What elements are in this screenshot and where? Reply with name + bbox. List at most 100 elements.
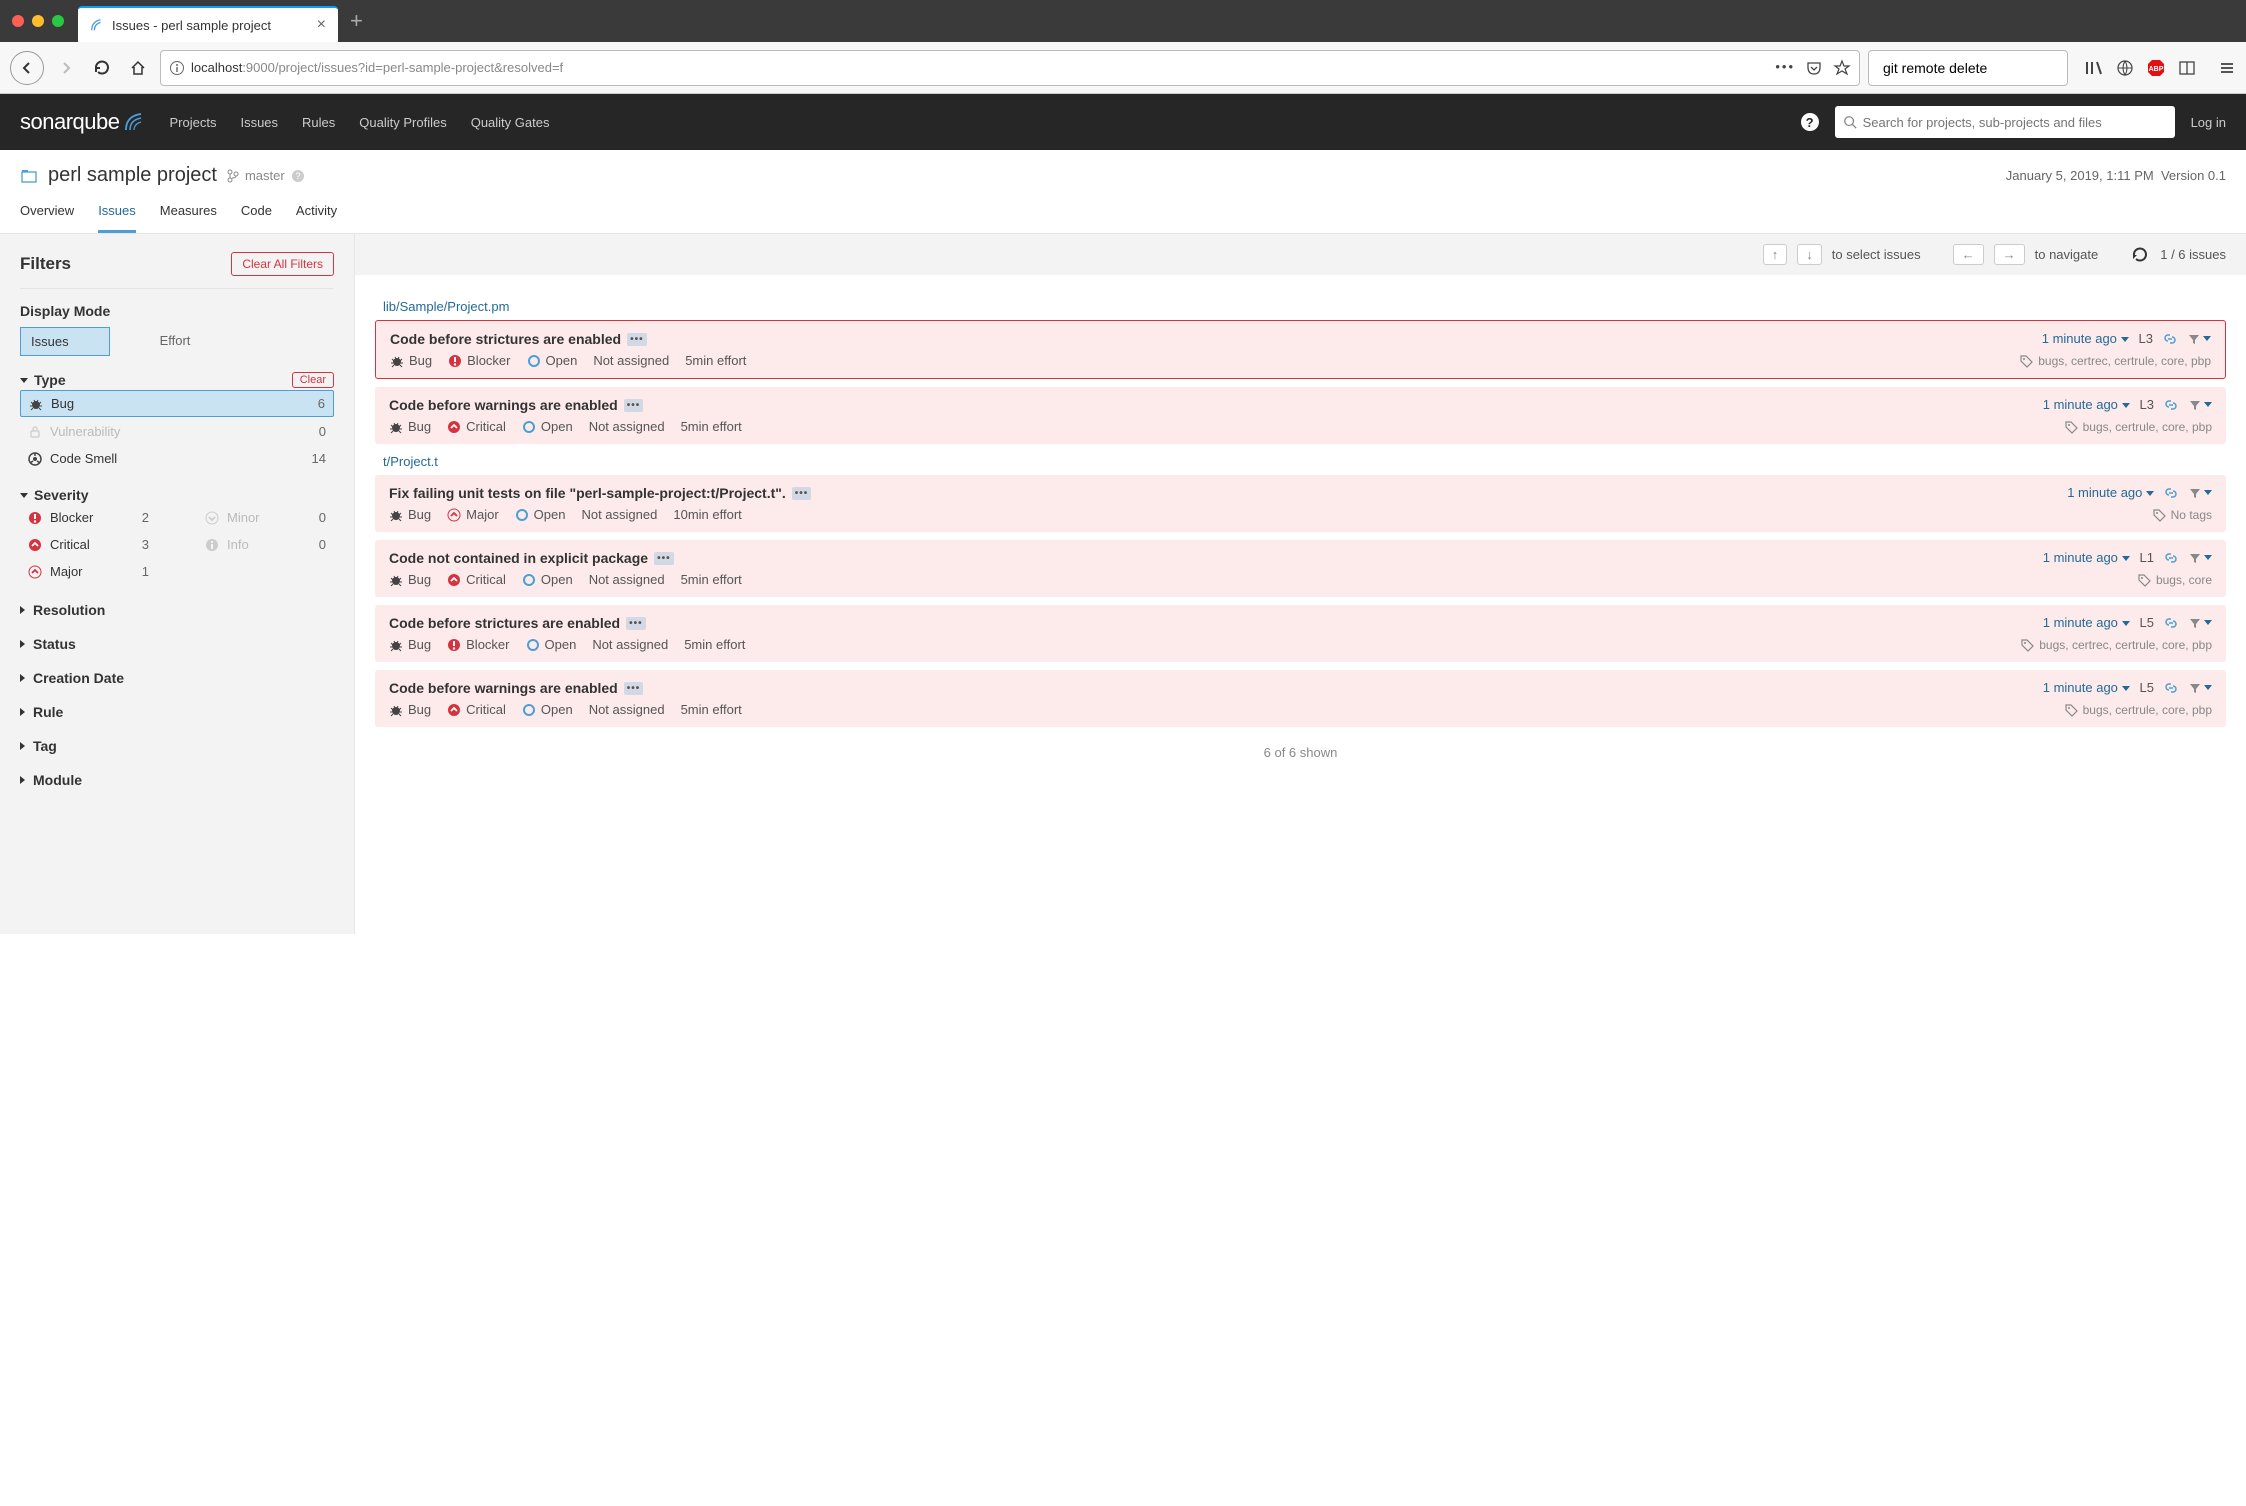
tab-activity[interactable]: Activity <box>296 203 337 233</box>
more-icon[interactable]: ••• <box>624 682 644 695</box>
login-link[interactable]: Log in <box>2191 115 2226 130</box>
filter-icon[interactable] <box>2188 486 2212 500</box>
adblock-icon[interactable]: ABP <box>2146 58 2166 78</box>
issue-severity[interactable]: Blocker <box>447 637 509 652</box>
facet-tag[interactable]: Tag <box>20 738 334 754</box>
issue-age[interactable]: 1 minute ago <box>2043 550 2130 565</box>
maximize-window-icon[interactable] <box>52 15 64 27</box>
branch-selector[interactable]: master ? <box>227 168 305 183</box>
issue-assignee[interactable]: Not assigned <box>581 507 657 522</box>
back-button[interactable] <box>10 51 44 85</box>
browser-search[interactable] <box>1868 50 2068 86</box>
facet-severity-minor[interactable]: Minor0 <box>197 505 334 530</box>
facet-status[interactable]: Status <box>20 636 334 652</box>
permalink-icon[interactable] <box>2163 332 2177 346</box>
issue-type[interactable]: Bug <box>389 419 431 434</box>
more-icon[interactable]: ••• <box>627 333 647 346</box>
permalink-icon[interactable] <box>2164 681 2178 695</box>
facet-type-vulnerability[interactable]: Vulnerability0 <box>20 419 334 444</box>
issue-type[interactable]: Bug <box>389 637 431 652</box>
issue-assignee[interactable]: Not assigned <box>589 702 665 717</box>
facet-type-bug[interactable]: Bug6 <box>20 390 334 417</box>
facet-severity-header[interactable]: Severity <box>20 487 334 503</box>
issue-type[interactable]: Bug <box>389 507 431 522</box>
permalink-icon[interactable] <box>2164 551 2178 565</box>
issue-severity[interactable]: Major <box>447 507 499 522</box>
tab-overview[interactable]: Overview <box>20 203 74 233</box>
file-path[interactable]: lib/Sample/Project.pm <box>383 299 2226 314</box>
issue-card[interactable]: Code before strictures are enabled ••• B… <box>375 320 2226 379</box>
close-tab-icon[interactable]: × <box>317 16 326 34</box>
page-actions-icon[interactable]: ••• <box>1775 59 1795 77</box>
nav-projects[interactable]: Projects <box>169 115 216 130</box>
forward-button[interactable] <box>52 54 80 82</box>
filter-icon[interactable] <box>2188 398 2212 412</box>
issue-age[interactable]: 1 minute ago <box>2067 485 2154 500</box>
reload-button[interactable] <box>88 54 116 82</box>
reload-list-icon[interactable] <box>2130 245 2150 265</box>
more-icon[interactable]: ••• <box>626 617 646 630</box>
info-icon[interactable] <box>169 60 185 76</box>
new-tab-button[interactable]: + <box>350 8 363 34</box>
issue-card[interactable]: Fix failing unit tests on file "perl-sam… <box>375 475 2226 532</box>
filter-icon[interactable] <box>2188 551 2212 565</box>
issue-type[interactable]: Bug <box>389 572 431 587</box>
issue-tags-text[interactable]: No tags <box>2171 508 2212 522</box>
issue-age[interactable]: 1 minute ago <box>2042 331 2129 346</box>
clear-all-filters-button[interactable]: Clear All Filters <box>231 252 334 276</box>
issue-severity[interactable]: Critical <box>447 419 506 434</box>
file-path[interactable]: t/Project.t <box>383 454 2226 469</box>
issue-card[interactable]: Code before warnings are enabled ••• Bug… <box>375 387 2226 444</box>
permalink-icon[interactable] <box>2164 398 2178 412</box>
filter-icon[interactable] <box>2187 332 2211 346</box>
hamburger-menu-icon[interactable] <box>2218 59 2236 77</box>
issue-type[interactable]: Bug <box>390 353 432 368</box>
sonarqube-logo[interactable]: sonarqube <box>20 109 145 135</box>
issue-card[interactable]: Code not contained in explicit package •… <box>375 540 2226 597</box>
facet-module[interactable]: Module <box>20 772 334 788</box>
home-button[interactable] <box>124 54 152 82</box>
facet-severity-critical[interactable]: Critical3 <box>20 532 157 557</box>
issue-age[interactable]: 1 minute ago <box>2043 615 2130 630</box>
permalink-icon[interactable] <box>2164 616 2178 630</box>
global-search[interactable] <box>1835 106 2175 138</box>
facet-resolution[interactable]: Resolution <box>20 602 334 618</box>
issue-assignee[interactable]: Not assigned <box>589 572 665 587</box>
sidebar-icon[interactable] <box>2178 59 2196 77</box>
search-input[interactable] <box>1883 60 2064 76</box>
issue-age[interactable]: 1 minute ago <box>2043 397 2130 412</box>
issue-status[interactable]: Open <box>527 353 578 368</box>
bookmark-star-icon[interactable] <box>1833 59 1851 77</box>
nav-rules[interactable]: Rules <box>302 115 335 130</box>
display-mode-issues[interactable]: Issues <box>20 327 110 356</box>
window-controls[interactable] <box>12 15 64 27</box>
facet-type-header[interactable]: Type Clear <box>20 372 334 388</box>
issue-status[interactable]: Open <box>522 702 573 717</box>
close-window-icon[interactable] <box>12 15 24 27</box>
issue-type[interactable]: Bug <box>389 702 431 717</box>
more-icon[interactable]: ••• <box>792 487 812 500</box>
issue-status[interactable]: Open <box>526 637 577 652</box>
issue-tags-text[interactable]: bugs, certrec, certrule, core, pbp <box>2038 354 2211 368</box>
more-icon[interactable]: ••• <box>654 552 674 565</box>
help-icon[interactable]: ? <box>1801 113 1819 131</box>
filter-icon[interactable] <box>2188 681 2212 695</box>
issue-assignee[interactable]: Not assigned <box>593 353 669 368</box>
issue-card[interactable]: Code before strictures are enabled ••• B… <box>375 605 2226 662</box>
facet-severity-major[interactable]: Major1 <box>20 559 157 584</box>
global-search-input[interactable] <box>1863 115 2167 130</box>
permalink-icon[interactable] <box>2164 486 2178 500</box>
tab-measures[interactable]: Measures <box>160 203 217 233</box>
tab-issues[interactable]: Issues <box>98 203 136 233</box>
issue-tags-text[interactable]: bugs, certrec, certrule, core, pbp <box>2039 638 2212 652</box>
issue-age[interactable]: 1 minute ago <box>2043 680 2130 695</box>
facet-severity-info[interactable]: Info0 <box>197 532 334 557</box>
issue-assignee[interactable]: Not assigned <box>589 419 665 434</box>
issue-tags-text[interactable]: bugs, core <box>2156 573 2212 587</box>
nav-quality-profiles[interactable]: Quality Profiles <box>359 115 446 130</box>
facet-severity-blocker[interactable]: Blocker2 <box>20 505 157 530</box>
issue-assignee[interactable]: Not assigned <box>592 637 668 652</box>
browser-tab[interactable]: Issues - perl sample project × <box>78 6 338 42</box>
extension-icon[interactable] <box>2116 59 2134 77</box>
nav-issues[interactable]: Issues <box>240 115 278 130</box>
